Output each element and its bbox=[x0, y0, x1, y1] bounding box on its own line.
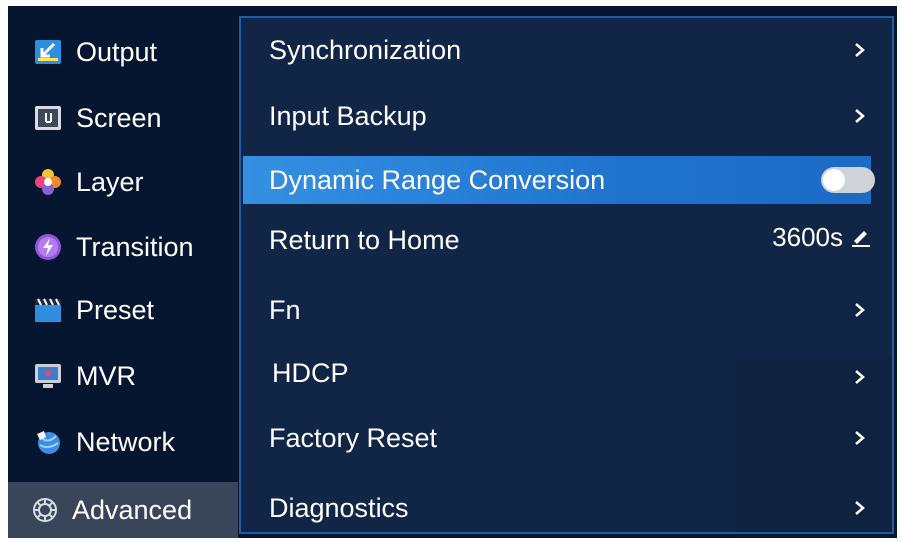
output-icon bbox=[33, 37, 63, 67]
toggle-knob bbox=[823, 169, 845, 191]
sidebar-item-label: Layer bbox=[76, 166, 144, 197]
menu-item-synchronization[interactable]: Synchronization bbox=[243, 26, 871, 74]
chevron-right-icon bbox=[855, 109, 865, 123]
sidebar-item-network[interactable]: Network bbox=[8, 414, 238, 470]
sidebar-item-label: Network bbox=[76, 426, 176, 457]
edit-icon[interactable] bbox=[851, 227, 871, 247]
mvr-icon bbox=[33, 361, 63, 391]
menu-item-label: Fn bbox=[269, 294, 301, 325]
sidebar-item-label: Screen bbox=[76, 102, 162, 133]
menu-item-dynamic-range-conversion[interactable]: Dynamic Range Conversion bbox=[243, 156, 875, 204]
sidebar-item-label: Output bbox=[76, 36, 158, 67]
sidebar-item-label: Transition bbox=[76, 231, 194, 262]
sidebar-item-screen[interactable]: Screen bbox=[8, 90, 238, 146]
sidebar-item-label: MVR bbox=[76, 360, 136, 391]
menu-item-label: Synchronization bbox=[269, 34, 462, 65]
return-to-home-value: 3600s bbox=[772, 221, 843, 252]
sidebar-item-layer[interactable]: Layer bbox=[8, 154, 238, 210]
sidebar-item-advanced[interactable]: Advanced bbox=[8, 482, 238, 538]
preset-icon bbox=[33, 295, 63, 325]
menu-item-diagnostics[interactable]: Diagnostics bbox=[243, 484, 871, 532]
sidebar-item-label: Preset bbox=[76, 294, 155, 325]
chevron-right-icon bbox=[855, 303, 865, 317]
menu-item-label: Return to Home bbox=[269, 224, 460, 255]
menu-item-return-to-home[interactable]: Return to Home 3600s bbox=[243, 216, 871, 264]
gear-icon bbox=[30, 495, 60, 525]
menu-item-label: Factory Reset bbox=[269, 422, 438, 453]
chevron-right-icon bbox=[855, 431, 865, 445]
screen-icon bbox=[33, 103, 63, 133]
sidebar: Output Screen Layer Transition Preset MV… bbox=[8, 6, 238, 538]
menu-item-hdcp[interactable]: HDCP bbox=[243, 349, 871, 397]
menu-item-factory-reset[interactable]: Factory Reset bbox=[243, 414, 871, 462]
chevron-right-icon bbox=[855, 43, 865, 57]
sidebar-item-output[interactable]: Output bbox=[8, 24, 238, 80]
menu-item-label: Dynamic Range Conversion bbox=[269, 164, 606, 195]
chevron-right-icon bbox=[855, 370, 865, 384]
sidebar-item-mvr[interactable]: MVR bbox=[8, 348, 238, 404]
menu-item-label: HDCP bbox=[272, 357, 349, 388]
sidebar-item-label: Advanced bbox=[72, 494, 193, 525]
network-icon bbox=[33, 427, 63, 457]
dynamic-range-toggle[interactable] bbox=[821, 167, 875, 193]
transition-icon bbox=[33, 232, 63, 262]
menu-item-label: Input Backup bbox=[269, 100, 427, 131]
menu-item-fn[interactable]: Fn bbox=[243, 286, 871, 334]
sidebar-item-transition[interactable]: Transition bbox=[8, 219, 238, 275]
layer-icon bbox=[33, 167, 63, 197]
advanced-settings-panel: Synchronization Input Backup Dynamic Ran… bbox=[239, 16, 894, 534]
menu-item-label: Diagnostics bbox=[269, 492, 409, 523]
sidebar-item-preset[interactable]: Preset bbox=[8, 282, 238, 338]
menu-item-input-backup[interactable]: Input Backup bbox=[243, 92, 871, 140]
chevron-right-icon bbox=[855, 501, 865, 515]
